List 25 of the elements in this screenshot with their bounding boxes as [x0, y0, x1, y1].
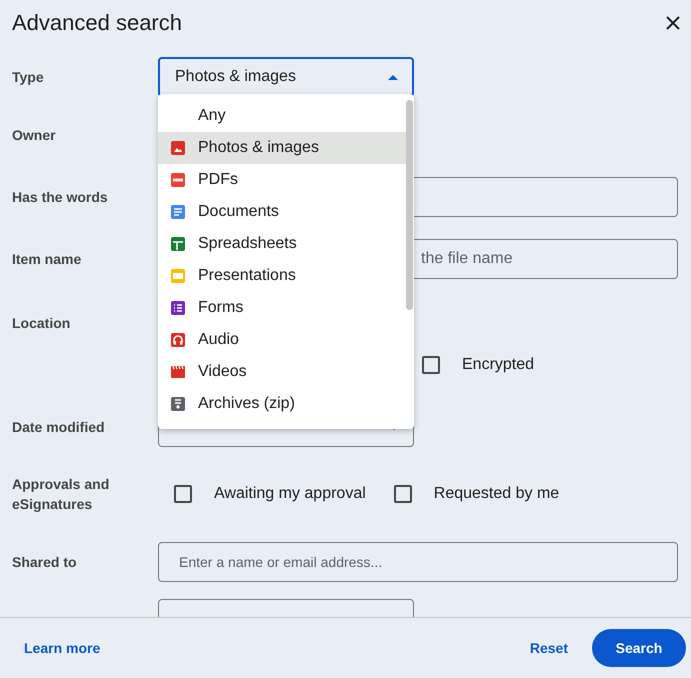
menu-item[interactable]: Audio	[158, 324, 406, 356]
search-button[interactable]: Search	[592, 629, 686, 667]
reset-button[interactable]: Reset	[514, 630, 584, 666]
select-field[interactable]: Photos & images	[158, 57, 414, 97]
menu-item[interactable]: Photos & images	[158, 132, 406, 164]
checkbox-label: Awaiting my approval	[214, 485, 366, 503]
field-label: Shared to	[12, 553, 78, 572]
field-label: Type	[12, 68, 45, 87]
field-label: Location	[12, 314, 72, 333]
learn-more-link[interactable]: Learn more	[24, 640, 100, 656]
field-label: Date modified	[12, 418, 106, 437]
input-field[interactable]: Enter a name or email address...	[158, 542, 678, 582]
checkbox-label: Requested by me	[434, 485, 560, 503]
field-label: Owner	[12, 126, 57, 145]
field-label: Item name	[12, 250, 82, 269]
checkbox-label: Encrypted	[462, 356, 534, 374]
menu-item[interactable]: Archives (zip)	[158, 388, 406, 420]
menu-item[interactable]: Any	[158, 100, 406, 132]
menu-item[interactable]: PDFs	[158, 164, 406, 196]
field-label: Approvals and eSignatures	[12, 475, 110, 514]
menu-item[interactable]: Documents	[158, 196, 406, 228]
menu-item[interactable]: Videos	[158, 356, 406, 388]
dialog-title: Advanced search	[12, 10, 182, 36]
menu-item[interactable]: Forms	[158, 292, 406, 324]
field-label: Has the words	[12, 188, 109, 207]
